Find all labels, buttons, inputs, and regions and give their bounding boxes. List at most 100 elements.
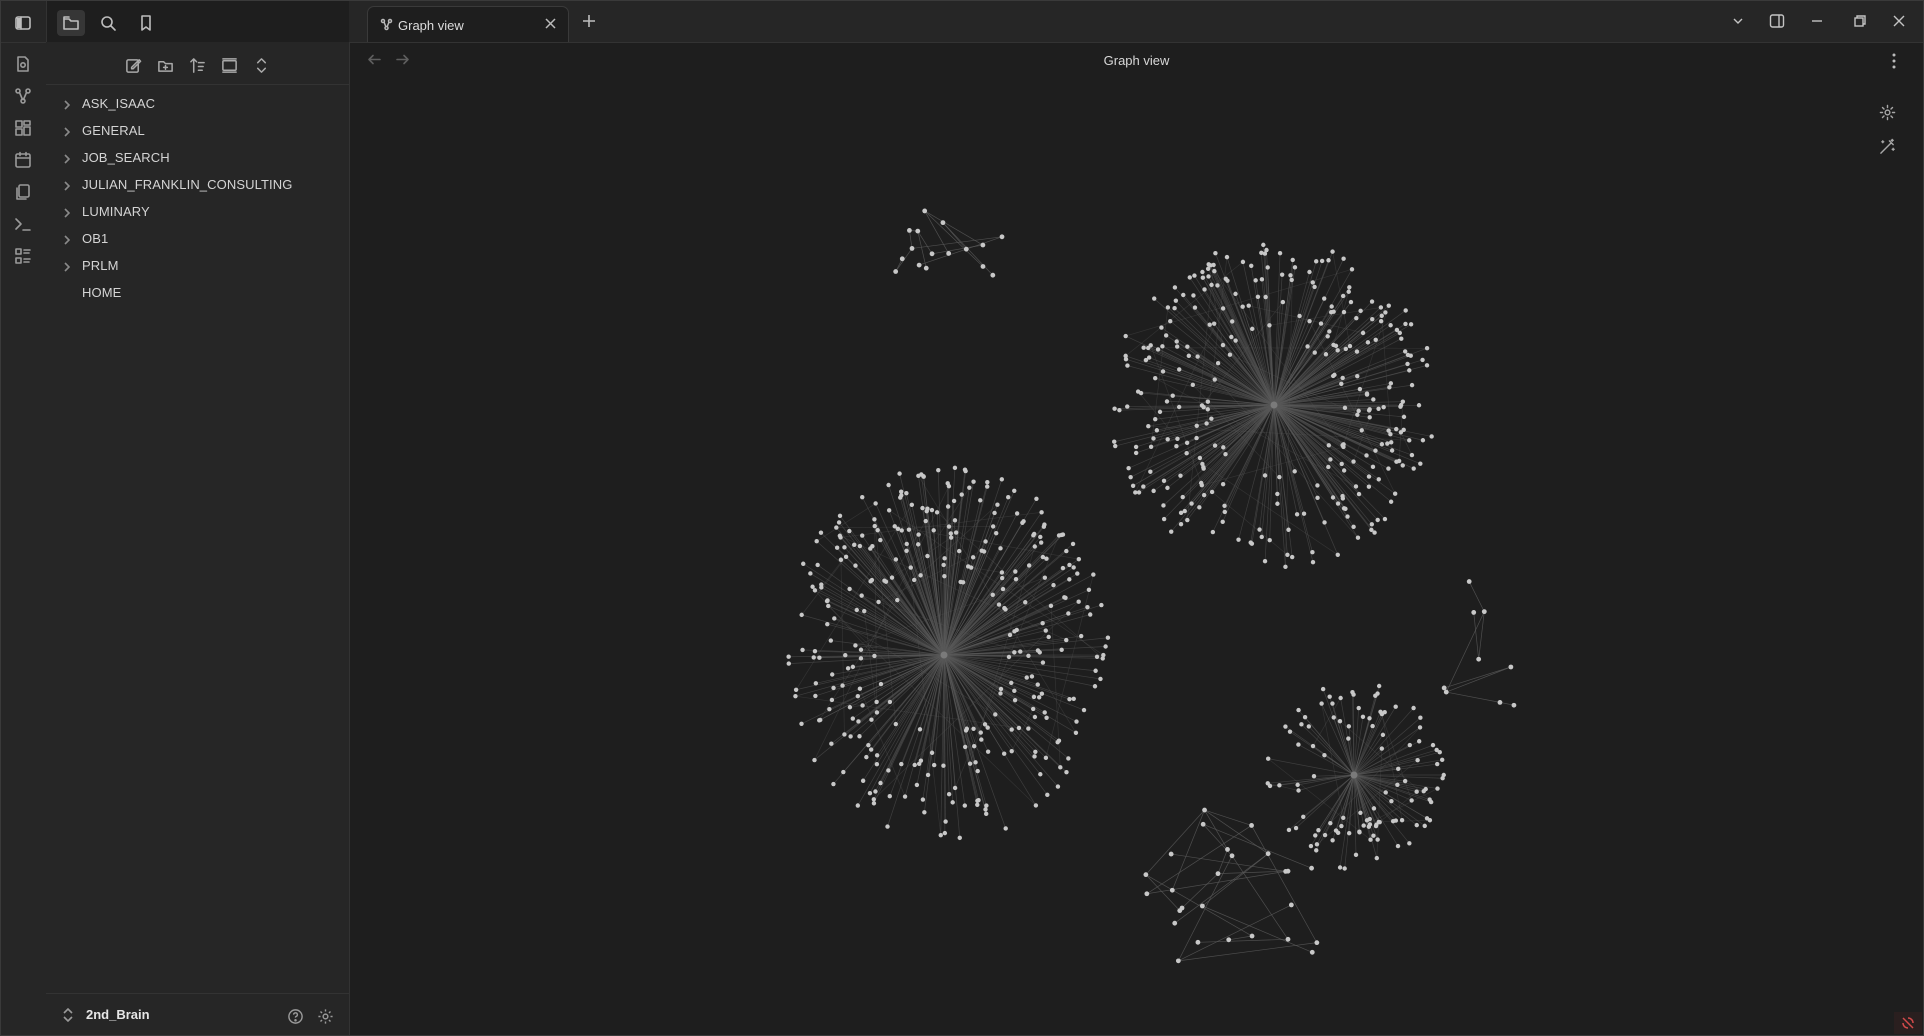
graph-node[interactable] <box>818 717 823 723</box>
graph-node[interactable] <box>1348 299 1354 305</box>
graph-node[interactable] <box>916 262 922 268</box>
graph-node[interactable] <box>1378 318 1384 324</box>
graph-node[interactable] <box>899 761 904 767</box>
graph-node[interactable] <box>941 562 946 568</box>
graph-node[interactable] <box>1353 852 1359 858</box>
graph-node[interactable] <box>1026 563 1032 568</box>
graph-node[interactable] <box>952 785 958 791</box>
graph-node[interactable] <box>1466 579 1472 584</box>
graph-node[interactable] <box>1305 344 1310 349</box>
sync-status-icon[interactable] <box>1894 1012 1922 1034</box>
graph-node[interactable] <box>1319 258 1325 264</box>
graph-node[interactable] <box>1395 843 1401 849</box>
graph-node[interactable] <box>1035 648 1041 653</box>
animate-graph-icon[interactable] <box>1877 136 1897 156</box>
graph-node[interactable] <box>1056 738 1062 743</box>
graph-node[interactable] <box>1346 831 1352 836</box>
graph-node[interactable] <box>1357 386 1363 392</box>
graph-node[interactable] <box>1148 469 1153 474</box>
graph-node[interactable] <box>868 747 874 752</box>
graph-node[interactable] <box>812 649 818 654</box>
graph-node[interactable] <box>1341 506 1347 511</box>
graph-node[interactable] <box>1051 582 1056 588</box>
command-palette-icon[interactable] <box>12 213 34 235</box>
graph-node[interactable] <box>1307 269 1312 275</box>
vault-switcher-icon[interactable] <box>62 1007 74 1023</box>
graph-node[interactable] <box>830 672 835 677</box>
graph-node[interactable] <box>1301 814 1306 819</box>
graph-node[interactable] <box>1246 303 1251 308</box>
graph-node[interactable] <box>1347 343 1353 349</box>
graph-node[interactable] <box>922 810 927 815</box>
graph-node[interactable] <box>994 530 999 536</box>
graph-node[interactable] <box>1105 635 1111 640</box>
new-tab-icon[interactable] <box>581 13 597 29</box>
graph-node[interactable] <box>1204 421 1209 426</box>
graph-node[interactable] <box>1192 273 1197 278</box>
graph-node[interactable] <box>931 762 937 768</box>
graph-node[interactable] <box>1429 434 1434 439</box>
graph-node[interactable] <box>799 721 804 726</box>
graph-node[interactable] <box>1076 556 1082 562</box>
graph-node[interactable] <box>1371 397 1376 402</box>
graph-node[interactable] <box>1152 296 1157 301</box>
graph-node[interactable] <box>886 508 892 513</box>
graph-node[interactable] <box>1310 550 1315 555</box>
graph-node[interactable] <box>1222 509 1228 515</box>
graph-node[interactable] <box>1161 516 1167 522</box>
graph-node[interactable] <box>1042 710 1047 715</box>
graph-node[interactable] <box>1044 556 1049 561</box>
graph-node[interactable] <box>1189 501 1194 506</box>
graph-node[interactable] <box>1385 441 1390 446</box>
graph-node[interactable] <box>1310 559 1316 565</box>
graph-node[interactable] <box>1411 466 1416 471</box>
graph-node[interactable] <box>1206 262 1211 267</box>
graph-node[interactable] <box>1240 304 1245 309</box>
graph-node[interactable] <box>1199 483 1205 488</box>
graph-view-icon[interactable] <box>12 85 34 107</box>
graph-node[interactable] <box>1265 851 1271 857</box>
graph-node[interactable] <box>1350 689 1355 695</box>
graph-node[interactable] <box>1351 524 1356 530</box>
graph-node[interactable] <box>1418 715 1423 720</box>
graph-node[interactable] <box>1033 749 1038 754</box>
graph-node[interactable] <box>899 256 905 262</box>
graph-node[interactable] <box>1078 633 1084 639</box>
graph-node[interactable] <box>946 251 952 256</box>
graph-node[interactable] <box>1366 484 1372 489</box>
graph-node[interactable] <box>831 781 836 787</box>
graph-node[interactable] <box>1379 746 1385 751</box>
graph-node[interactable] <box>1035 682 1040 687</box>
graph-node[interactable] <box>1403 308 1408 313</box>
graph-node[interactable] <box>818 530 824 535</box>
graph-node[interactable] <box>831 685 836 691</box>
graph-node[interactable] <box>1407 742 1412 748</box>
graph-node[interactable] <box>860 778 866 783</box>
graph-node[interactable] <box>876 599 881 605</box>
graph-node[interactable] <box>1088 612 1093 617</box>
graph-node[interactable] <box>1029 674 1035 679</box>
graph-node[interactable] <box>950 800 955 805</box>
graph-node[interactable] <box>1373 823 1379 829</box>
graph-node[interactable] <box>1265 756 1271 761</box>
graph-node[interactable] <box>1367 816 1372 822</box>
graph-node[interactable] <box>1313 833 1318 838</box>
graph-node[interactable] <box>874 699 879 705</box>
graph-network[interactable] <box>349 80 1924 1036</box>
graph-node[interactable] <box>931 528 936 533</box>
graph-node[interactable] <box>1314 842 1320 847</box>
graph-node[interactable] <box>847 528 852 534</box>
graph-node[interactable] <box>1370 723 1375 729</box>
graph-node[interactable] <box>1376 477 1381 482</box>
settings-icon[interactable] <box>315 1006 335 1026</box>
graph-node[interactable] <box>978 498 983 503</box>
graph-node[interactable] <box>1103 644 1108 649</box>
graph-node[interactable] <box>1322 296 1327 301</box>
graph-node[interactable] <box>1296 707 1301 713</box>
graph-node[interactable] <box>1233 291 1238 297</box>
graph-node[interactable] <box>801 561 806 566</box>
help-icon[interactable] <box>285 1006 305 1026</box>
graph-node[interactable] <box>858 647 864 652</box>
graph-node[interactable] <box>1407 841 1412 846</box>
graph-node[interactable] <box>907 228 912 233</box>
